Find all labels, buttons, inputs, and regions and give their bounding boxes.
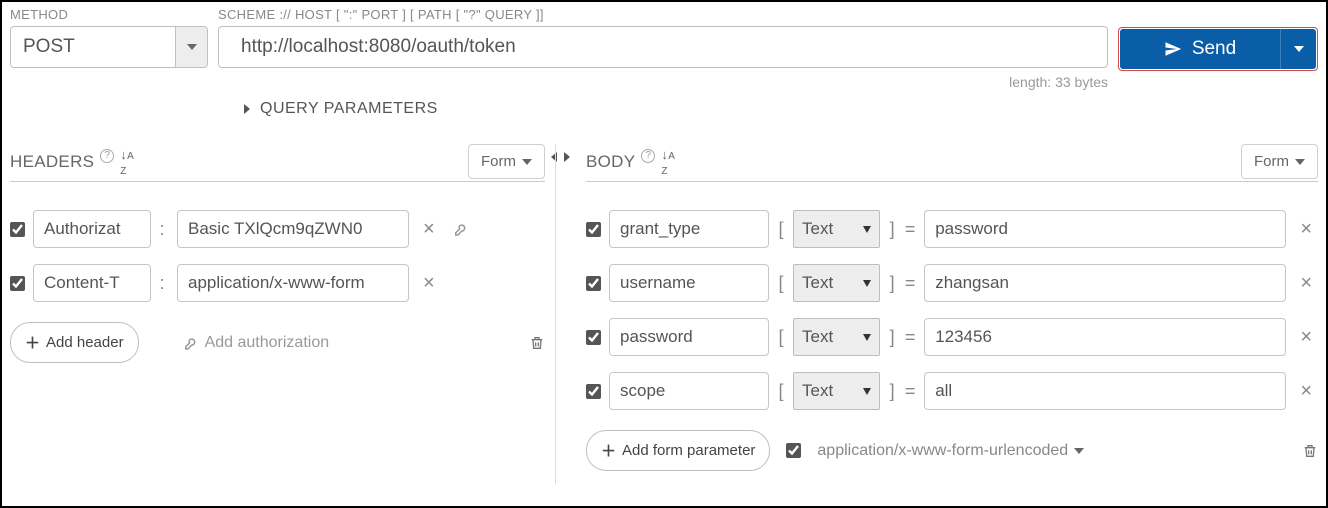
add-header-label: Add header — [46, 334, 124, 351]
trash-icon[interactable] — [529, 334, 545, 352]
caret-down-icon[interactable] — [175, 27, 207, 67]
body-title: BODY — [586, 152, 635, 172]
body-type-select[interactable]: Text — [793, 210, 880, 248]
equals: = — [904, 219, 916, 240]
help-icon[interactable]: ? — [100, 149, 114, 163]
headers-view-label: Form — [481, 153, 516, 170]
bracket-close: ] — [888, 219, 896, 240]
bracket-close: ] — [888, 327, 896, 348]
body-type-label: Text — [802, 273, 833, 293]
body-view-select[interactable]: Form — [1241, 144, 1318, 179]
add-authorization-link[interactable]: Add authorization — [179, 334, 330, 352]
method-dropdown[interactable]: POST — [10, 26, 208, 68]
colon: : — [159, 273, 165, 294]
length-info: length: 33 bytes — [218, 74, 1108, 90]
body-view-label: Form — [1254, 153, 1289, 170]
header-checkbox[interactable] — [10, 222, 25, 237]
plus-icon: ＋ — [601, 440, 616, 461]
remove-body-param-button[interactable]: × — [1294, 218, 1318, 241]
body-type-select[interactable]: Text — [793, 372, 880, 410]
colon: : — [159, 219, 165, 240]
body-value-input[interactable] — [924, 264, 1286, 302]
send-label: Send — [1192, 38, 1236, 60]
header-row: : × — [10, 210, 545, 248]
caret-down-icon — [863, 334, 871, 341]
caret-right-icon — [244, 104, 250, 114]
caret-down-icon — [863, 280, 871, 287]
key-icon — [179, 334, 197, 352]
send-button[interactable]: Send — [1120, 29, 1316, 69]
remove-header-button[interactable]: × — [417, 272, 441, 295]
method-value: POST — [11, 27, 175, 67]
plus-icon: ＋ — [25, 332, 40, 353]
content-type-checkbox[interactable] — [786, 443, 801, 458]
header-name-input[interactable] — [33, 264, 151, 302]
body-row: [ Text ] = × — [586, 318, 1318, 356]
method-label: METHOD — [10, 7, 208, 22]
remove-body-param-button[interactable]: × — [1294, 272, 1318, 295]
url-label: SCHEME :// HOST [ ":" PORT ] [ PATH [ "?… — [218, 7, 1108, 22]
body-row: [ Text ] = × — [586, 210, 1318, 248]
remove-body-param-button[interactable]: × — [1294, 326, 1318, 349]
body-value-input[interactable] — [924, 372, 1286, 410]
sort-icon[interactable]: ↓AZ — [120, 147, 134, 177]
body-name-input[interactable] — [609, 210, 769, 248]
body-type-label: Text — [802, 381, 833, 401]
sort-icon[interactable]: ↓AZ — [661, 147, 675, 177]
equals: = — [904, 273, 916, 294]
body-value-input[interactable] — [924, 318, 1286, 356]
body-checkbox[interactable] — [586, 330, 601, 345]
body-checkbox[interactable] — [586, 222, 601, 237]
bracket-open: [ — [777, 327, 785, 348]
send-dropdown-toggle[interactable] — [1280, 29, 1316, 69]
key-icon[interactable] — [449, 220, 467, 238]
bracket-open: [ — [777, 273, 785, 294]
remove-header-button[interactable]: × — [417, 218, 441, 241]
body-type-label: Text — [802, 219, 833, 239]
body-name-input[interactable] — [609, 318, 769, 356]
caret-down-icon — [522, 159, 532, 165]
bracket-close: ] — [888, 273, 896, 294]
header-row: : × — [10, 264, 545, 302]
body-checkbox[interactable] — [586, 276, 601, 291]
caret-down-icon — [1074, 448, 1084, 454]
caret-down-icon — [863, 388, 871, 395]
add-authorization-label: Add authorization — [205, 334, 330, 352]
add-header-button[interactable]: ＋ Add header — [10, 322, 139, 363]
bracket-close: ] — [888, 381, 896, 402]
body-value-input[interactable] — [924, 210, 1286, 248]
body-name-input[interactable] — [609, 372, 769, 410]
bracket-open: [ — [777, 219, 785, 240]
add-form-parameter-label: Add form parameter — [622, 442, 755, 459]
headers-view-select[interactable]: Form — [468, 144, 545, 179]
collapse-right-icon[interactable] — [564, 150, 570, 165]
headers-title: HEADERS — [10, 152, 94, 172]
query-parameters-toggle[interactable]: QUERY PARAMETERS — [244, 100, 1318, 118]
caret-down-icon — [1295, 159, 1305, 165]
content-type-select[interactable]: application/x-www-form-urlencoded — [817, 442, 1084, 460]
body-row: [ Text ] = × — [586, 264, 1318, 302]
help-icon[interactable]: ? — [641, 149, 655, 163]
body-type-select[interactable]: Text — [793, 318, 880, 356]
header-value-input[interactable] — [177, 210, 409, 248]
body-type-select[interactable]: Text — [793, 264, 880, 302]
paper-plane-icon — [1164, 40, 1182, 58]
header-name-input[interactable] — [33, 210, 151, 248]
url-input[interactable]: http://localhost:8080/oauth/token — [218, 26, 1108, 68]
body-row: [ Text ] = × — [586, 372, 1318, 410]
body-type-label: Text — [802, 327, 833, 347]
add-form-parameter-button[interactable]: ＋ Add form parameter — [586, 430, 770, 471]
caret-down-icon — [863, 226, 871, 233]
header-value-input[interactable] — [177, 264, 409, 302]
remove-body-param-button[interactable]: × — [1294, 380, 1318, 403]
content-type-label: application/x-www-form-urlencoded — [817, 442, 1068, 460]
equals: = — [904, 327, 916, 348]
bracket-open: [ — [777, 381, 785, 402]
query-parameters-label: QUERY PARAMETERS — [260, 100, 438, 118]
body-name-input[interactable] — [609, 264, 769, 302]
body-checkbox[interactable] — [586, 384, 601, 399]
header-checkbox[interactable] — [10, 276, 25, 291]
trash-icon[interactable] — [1302, 442, 1318, 460]
equals: = — [904, 381, 916, 402]
